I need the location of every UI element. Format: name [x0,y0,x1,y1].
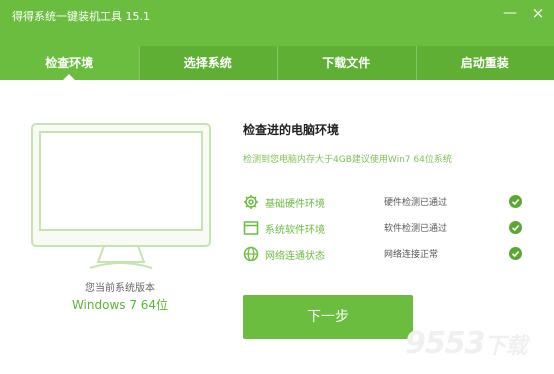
check-item-name: 基础硬件环境 [265,199,325,210]
watermark-text: 9553 [405,326,485,361]
check-row-network: 网络连通状态 网络连接正常 [243,244,533,264]
check-row-software: 系统软件环境 软件检测已通过 [243,218,533,238]
close-button[interactable]: × [526,4,550,22]
tab-label: 下载文件 [322,56,371,70]
check-item-status: 网络连接正常 [384,250,439,260]
minimize-button[interactable]: — [498,4,522,22]
check-icon [509,195,522,208]
tab-restart-install[interactable]: 启动重装 [415,46,554,80]
gear-icon [244,195,258,209]
tab-check-environment[interactable]: 检查环境 [0,46,139,81]
check-item-name: 网络连通状态 [265,251,325,262]
check-item-status: 软件检测已通过 [384,224,448,234]
title-bar: 得得系统一键装机工具 15.1 — × [0,0,554,46]
tab-label: 启动重装 [460,56,509,70]
tab-select-system[interactable]: 选择系统 [138,46,278,80]
check-title: 检查进的电脑环境 [243,123,340,137]
tab-label: 检查环境 [45,56,94,70]
check-row-hardware: 基础硬件环境 硬件检测已通过 [243,192,533,212]
current-version-value: Windows 7 64位 [71,298,169,312]
tab-label: 选择系统 [183,56,232,70]
globe-icon [243,246,259,262]
check-icon [509,221,522,234]
check-item-name: 系统软件环境 [265,225,325,236]
check-item-status: 硬件检测已通过 [384,198,448,208]
window-title: 得得系统一键装机工具 15.1 [12,10,150,23]
watermark-suffix: 下载 [484,334,528,359]
step-tabs: 检查环境 选择系统 下载文件 启动重装 [0,46,554,81]
watermark-logo: 9553下载 [405,326,528,361]
check-description: 检测到您电脑内存大于4GB建议使用Win7 64位系统 [243,155,452,165]
check-icon [509,247,522,260]
next-step-button[interactable]: 下一步 [243,295,413,339]
tab-download-files[interactable]: 下载文件 [277,46,416,80]
monitor-icon [31,123,211,269]
current-version-caption: 您当前系统版本 [85,283,155,294]
window-icon [243,221,259,235]
